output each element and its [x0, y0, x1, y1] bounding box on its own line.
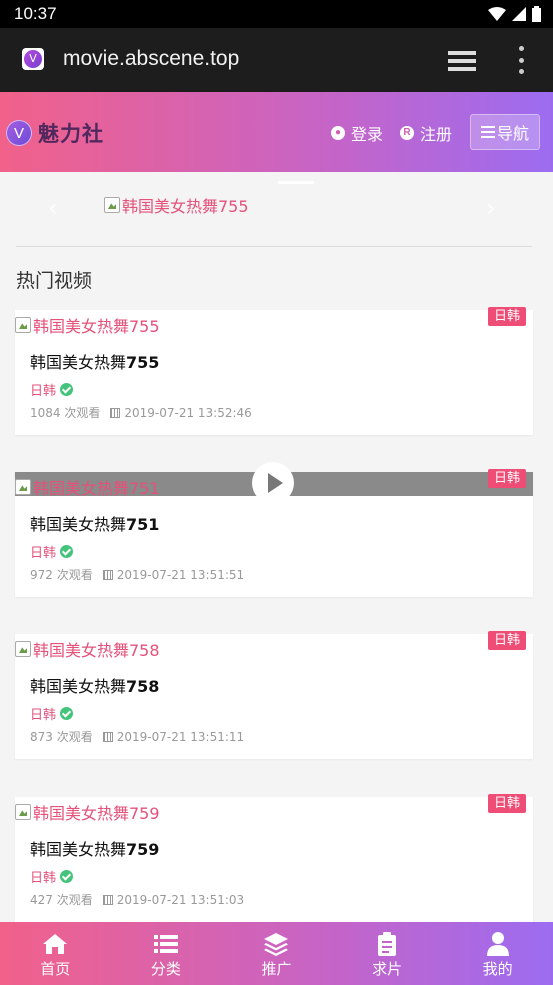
broken-image-icon — [104, 197, 120, 213]
divider — [16, 246, 532, 247]
battery-icon — [532, 6, 541, 22]
video-title[interactable]: 韩国美女热舞759 — [30, 836, 159, 860]
carousel-next-icon[interactable]: › — [486, 194, 496, 222]
video-title[interactable]: 韩国美女热舞751 — [30, 511, 159, 535]
favicon-letter: V — [24, 50, 42, 68]
status-time: 10:37 — [14, 4, 57, 23]
tab-label: 首页 — [40, 960, 71, 978]
category-badge: 日韩 — [487, 469, 526, 488]
broken-image-icon — [15, 317, 31, 333]
category-badge: 日韩 — [487, 307, 526, 326]
upload-date: 2019-07-21 13:51:51 — [102, 568, 244, 582]
carousel-prev-icon[interactable]: ‹ — [48, 194, 58, 222]
hamburger-icon — [480, 126, 495, 138]
upload-date: 2019-07-21 13:51:03 — [102, 893, 244, 907]
check-circle-icon — [60, 383, 74, 396]
video-thumbnail[interactable]: 韩国美女热舞755 — [15, 310, 533, 336]
clipboard-icon — [378, 932, 397, 956]
tab-label: 分类 — [150, 960, 181, 978]
tabs-icon[interactable] — [447, 50, 477, 72]
check-circle-icon — [60, 707, 74, 720]
bottom-tab-bar: 首页 分类 推广 求片 我的 — [0, 922, 553, 985]
video-category[interactable]: 日韩 — [30, 542, 74, 561]
layers-icon — [264, 933, 289, 956]
register-label: 注册 — [420, 125, 453, 144]
thumbnail-alt: 韩国美女热舞755 — [33, 317, 160, 336]
video-category[interactable]: 日韩 — [30, 867, 74, 886]
site-name: 魅力社 — [38, 121, 104, 146]
carousel-image-alt: 韩国美女热舞755 — [122, 197, 249, 216]
tab-home[interactable]: 首页 — [0, 922, 111, 985]
play-icon[interactable] — [252, 462, 294, 504]
video-title[interactable]: 韩国美女热舞755 — [30, 349, 159, 373]
nav-button[interactable]: 导航 — [470, 114, 540, 150]
status-icons — [488, 6, 541, 22]
video-card[interactable]: 韩国美女热舞758 日韩 韩国美女热舞758 日韩 873 次观看 2019-0… — [15, 631, 533, 759]
check-circle-icon — [60, 870, 74, 883]
login-link[interactable]: ● 登录 — [331, 121, 383, 145]
tab-label: 推广 — [261, 960, 292, 978]
site-logo[interactable]: V 魅力社 — [6, 118, 104, 148]
video-thumbnail[interactable]: 韩国美女热舞759 — [15, 797, 533, 823]
url-bar[interactable]: movie.abscene.top — [63, 47, 239, 71]
carousel-indicator[interactable] — [278, 181, 314, 184]
main-content: ‹ 韩国美女热舞755 › 热门视频 韩国美女热舞755 日韩 韩国美女热舞75… — [0, 172, 553, 922]
tab-category[interactable]: 分类 — [111, 922, 222, 985]
video-title[interactable]: 韩国美女热舞758 — [30, 673, 159, 697]
view-count: 427 次观看 — [30, 893, 93, 907]
calendar-icon — [102, 569, 113, 580]
home-icon — [43, 934, 68, 954]
view-count: 873 次观看 — [30, 730, 93, 744]
tab-mine[interactable]: 我的 — [442, 922, 553, 985]
user-icon — [486, 932, 509, 956]
thumbnail-alt: 韩国美女热舞751 — [33, 479, 160, 498]
nav-label: 导航 — [496, 124, 529, 143]
check-circle-icon — [60, 545, 74, 558]
browser-toolbar: V movie.abscene.top — [0, 28, 553, 92]
calendar-icon — [110, 407, 121, 418]
register-link[interactable]: R 注册 — [400, 121, 452, 145]
video-card[interactable]: 韩国美女热舞755 日韩 韩国美女热舞755 日韩 1084 次观看 2019-… — [15, 307, 533, 435]
login-label: 登录 — [351, 125, 384, 144]
carousel[interactable]: ‹ 韩国美女热舞755 › — [0, 172, 553, 244]
upload-date: 2019-07-21 13:51:11 — [102, 730, 244, 744]
broken-image-icon — [15, 479, 31, 495]
broken-image-icon — [15, 804, 31, 820]
tab-label: 求片 — [372, 960, 403, 978]
thumbnail-alt: 韩国美女热舞759 — [33, 804, 160, 823]
tab-label: 我的 — [482, 960, 513, 978]
registered-icon: R — [400, 126, 414, 140]
overflow-menu-icon[interactable] — [516, 46, 526, 74]
category-badge: 日韩 — [487, 631, 526, 650]
signal-icon — [512, 7, 526, 21]
tab-request[interactable]: 求片 — [332, 922, 443, 985]
calendar-icon — [102, 731, 113, 742]
view-count: 1084 次观看 — [30, 406, 101, 420]
video-thumbnail[interactable]: 韩国美女热舞758 — [15, 634, 533, 660]
logo-badge: V — [6, 120, 32, 146]
site-favicon: V — [22, 48, 44, 70]
broken-image-icon — [15, 641, 31, 657]
wifi-icon — [488, 7, 506, 21]
user-circle-icon: ● — [331, 126, 345, 140]
thumbnail-alt: 韩国美女热舞758 — [33, 641, 160, 660]
video-meta: 972 次观看 2019-07-21 13:51:51 — [30, 566, 244, 583]
video-card[interactable]: 韩国美女热舞759 日韩 韩国美女热舞759 日韩 427 次观看 2019-0… — [15, 794, 533, 922]
category-badge: 日韩 — [487, 794, 526, 813]
video-meta: 1084 次观看 2019-07-21 13:52:46 — [30, 404, 252, 421]
status-bar: 10:37 — [0, 0, 553, 28]
section-title: 热门视频 — [16, 270, 93, 292]
video-category[interactable]: 日韩 — [30, 380, 74, 399]
upload-date: 2019-07-21 13:52:46 — [110, 406, 252, 420]
list-icon — [153, 935, 178, 953]
calendar-icon — [102, 894, 113, 905]
tab-promote[interactable]: 推广 — [221, 922, 332, 985]
video-card[interactable]: 韩国美女热舞751 日韩 韩国美女热舞751 日韩 972 次观看 2019-0… — [15, 462, 533, 597]
carousel-image[interactable]: 韩国美女热舞755 — [104, 193, 249, 217]
view-count: 972 次观看 — [30, 568, 93, 582]
video-meta: 873 次观看 2019-07-21 13:51:11 — [30, 728, 244, 745]
video-category[interactable]: 日韩 — [30, 704, 74, 723]
video-meta: 427 次观看 2019-07-21 13:51:03 — [30, 891, 244, 908]
